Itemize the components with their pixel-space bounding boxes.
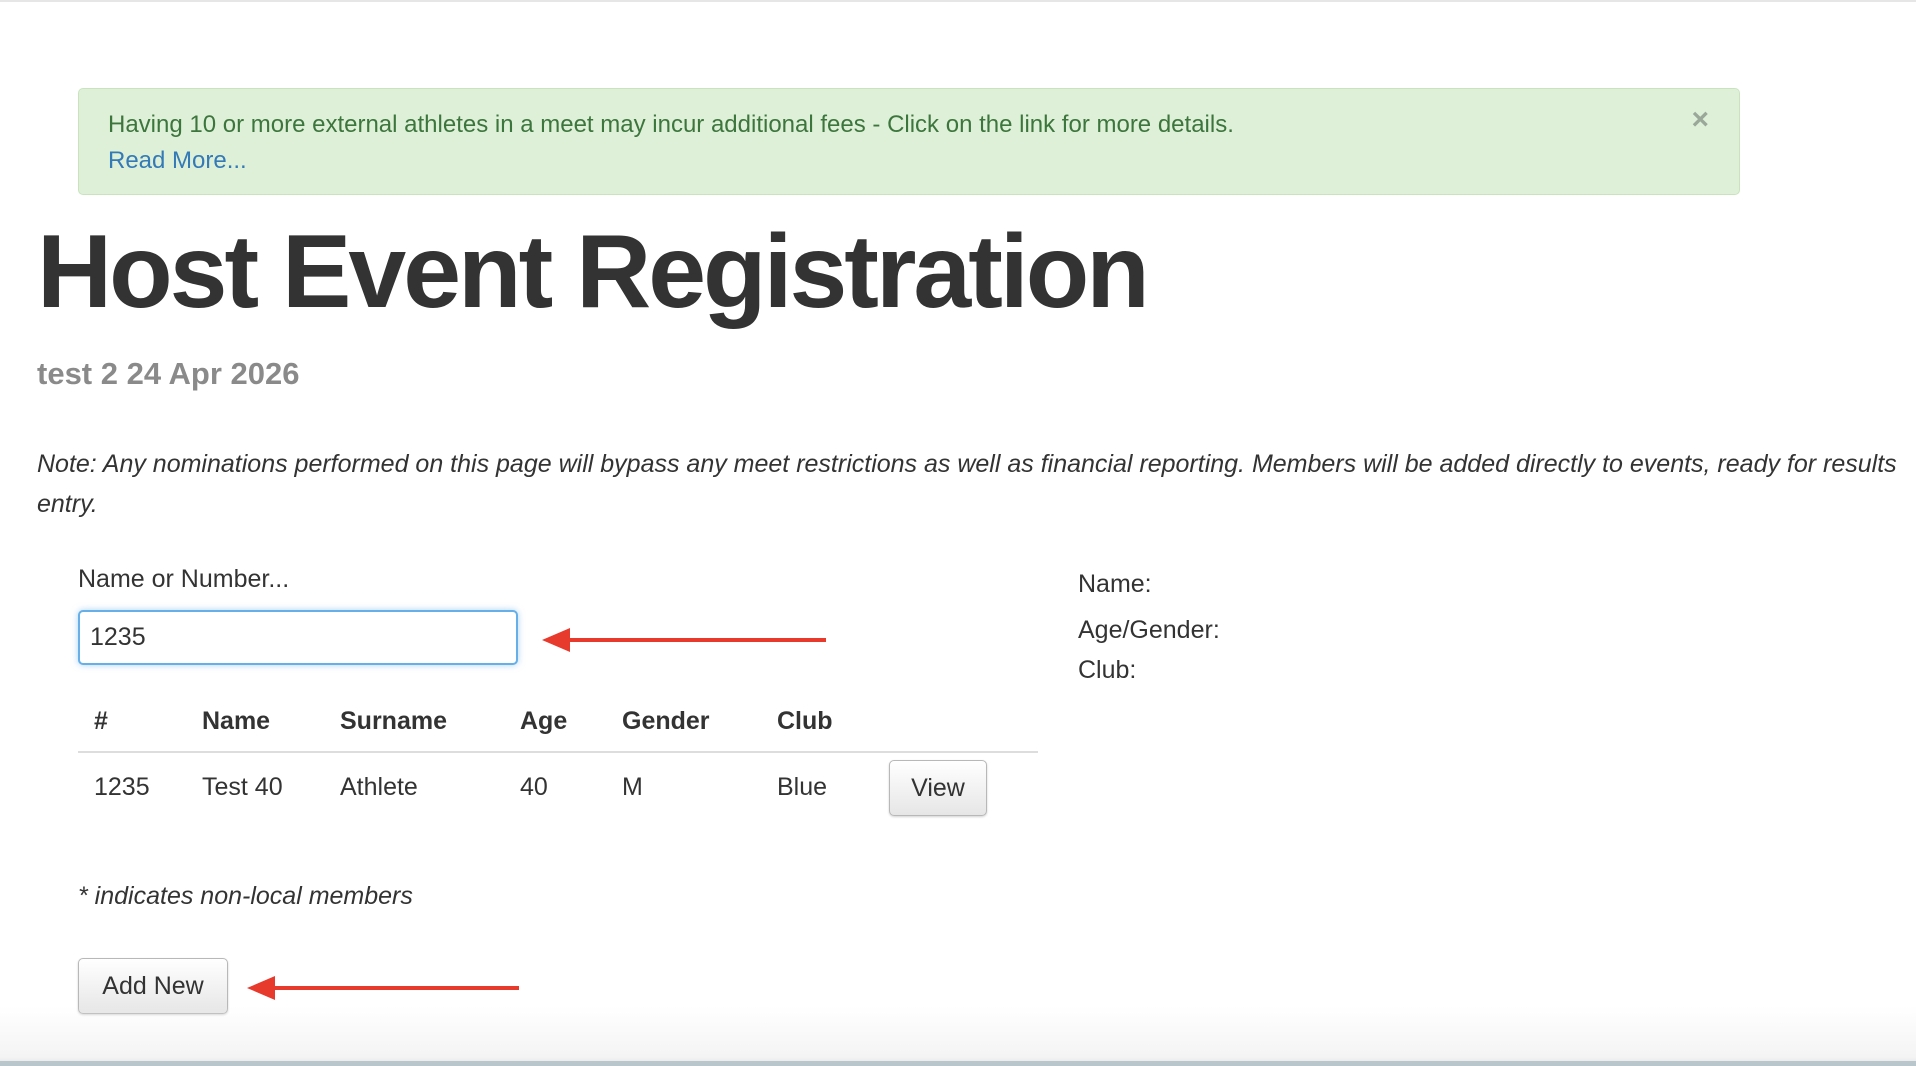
annotation-arrow-icon — [542, 628, 826, 652]
event-subtitle: test 2 24 Apr 2026 — [37, 356, 300, 391]
cell-club: Blue — [777, 773, 828, 801]
bottom-edge — [0, 1061, 1916, 1066]
cell-name: Test 40 — [202, 773, 283, 801]
cell-number: 1235 — [94, 773, 150, 801]
page-title: Host Event Registration — [37, 214, 1150, 330]
bypass-note: Note: Any nominations performed on this … — [37, 450, 1897, 518]
search-label: Name or Number... — [78, 565, 290, 593]
cell-surname: Athlete — [340, 773, 418, 801]
details-club-label: Club: — [1078, 656, 1137, 684]
page: Having 10 or more external athletes in a… — [0, 0, 1916, 1066]
column-header-club: Club — [761, 692, 873, 753]
view-button[interactable]: View — [889, 759, 987, 816]
annotation-arrow-icon — [247, 976, 519, 1000]
column-header-surname: Surname — [324, 692, 504, 753]
non-local-footnote: * indicates non-local members — [78, 882, 413, 910]
bottom-shade — [0, 1006, 1916, 1066]
column-header-name: Name — [186, 692, 324, 753]
close-icon[interactable]: × — [1691, 105, 1709, 135]
table-header-row: # Name Surname Age Gender Club — [78, 692, 1038, 753]
details-name-label: Name: — [1078, 570, 1152, 598]
read-more-link[interactable]: Read More... — [108, 143, 1710, 179]
column-header-number: # — [78, 692, 186, 753]
column-header-action — [873, 692, 1038, 753]
cell-gender: M — [622, 773, 643, 801]
results-table: # Name Surname Age Gender Club 1235 Test… — [78, 692, 1038, 822]
cell-action: View — [873, 752, 1038, 822]
cell-age: 40 — [520, 773, 548, 801]
column-header-gender: Gender — [606, 692, 761, 753]
search-input[interactable] — [78, 610, 518, 665]
column-header-age: Age — [504, 692, 606, 753]
fees-alert: Having 10 or more external athletes in a… — [78, 88, 1740, 195]
table-row[interactable]: 1235 Test 40 Athlete 40 M Blue View — [78, 752, 1038, 822]
details-age-gender-label: Age/Gender: — [1078, 616, 1220, 644]
alert-message: Having 10 or more external athletes in a… — [108, 111, 1234, 138]
